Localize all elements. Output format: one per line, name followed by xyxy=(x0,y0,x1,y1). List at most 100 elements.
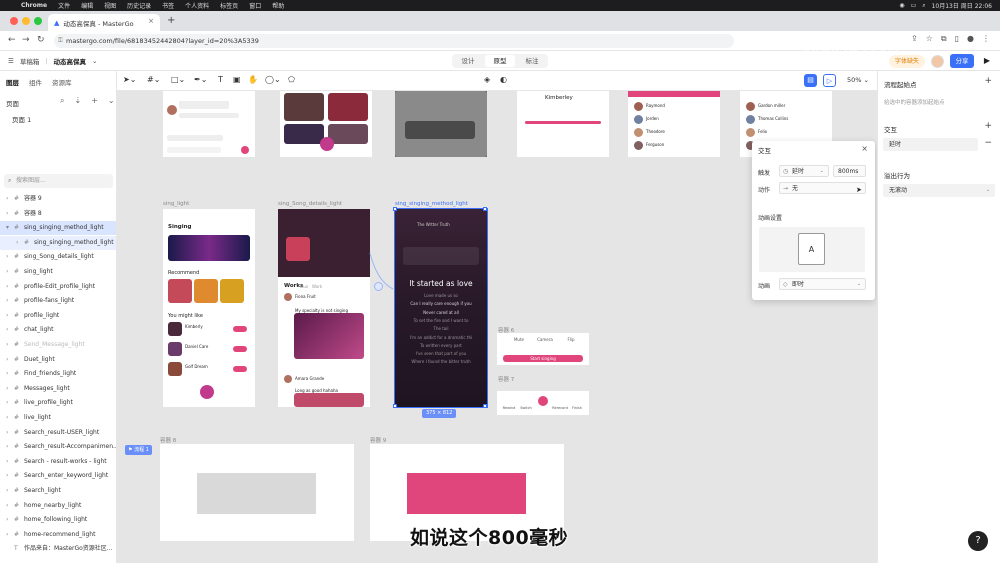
back-icon[interactable]: ← xyxy=(8,35,16,45)
chevron-icon[interactable]: › xyxy=(6,411,14,425)
menu-tabs[interactable]: 标签页 xyxy=(220,1,238,10)
menu-history[interactable]: 历史记录 xyxy=(127,1,151,10)
frame-label-sing[interactable]: sing_light xyxy=(163,201,189,207)
resize-handle[interactable] xyxy=(393,207,397,211)
menu-view[interactable]: 视图 xyxy=(104,1,116,10)
chevron-icon[interactable]: ▾ xyxy=(6,221,14,235)
text-tool-icon[interactable]: T xyxy=(218,75,223,84)
frame-sing-light[interactable]: Singing Recommend You might like Kimberl… xyxy=(163,209,255,407)
hand-tool-icon[interactable]: ✋ xyxy=(248,75,258,84)
chevron-icon[interactable]: › xyxy=(6,353,14,367)
tab-design[interactable]: 设计 xyxy=(453,55,483,67)
layer-item[interactable]: › # chat_light xyxy=(0,323,116,337)
layer-item[interactable]: › # sing_light xyxy=(0,265,116,279)
chevron-icon[interactable]: › xyxy=(6,207,14,221)
file-name[interactable]: 动态高保真 xyxy=(54,56,87,66)
chevron-icon[interactable]: › xyxy=(6,367,14,381)
resize-handle[interactable] xyxy=(483,207,487,211)
pen-tool-icon[interactable]: ✒⌄ xyxy=(194,75,207,84)
chevron-icon[interactable]: › xyxy=(6,455,14,469)
forward-icon[interactable]: → xyxy=(22,35,30,45)
chevron-icon[interactable]: › xyxy=(6,440,14,454)
overflow-select[interactable]: 无滚动 ⌄ xyxy=(883,184,995,197)
layer-item[interactable]: › # home_following_light xyxy=(0,513,116,527)
chevron-icon[interactable]: › xyxy=(6,396,14,410)
close-window-icon[interactable] xyxy=(10,17,18,25)
resize-handle[interactable] xyxy=(483,404,487,408)
image-tool-icon[interactable]: ▣ xyxy=(233,75,241,84)
chevron-icon[interactable]: › xyxy=(6,528,14,542)
help-button[interactable]: ? xyxy=(968,531,988,551)
share-button[interactable]: 分享 xyxy=(950,54,974,68)
menu-bookmarks[interactable]: 书签 xyxy=(162,1,174,10)
frame-song-details[interactable]: Works Duo Work Fiona Fruit My specialty … xyxy=(278,209,370,407)
frame-container-6[interactable]: Mute Camera Flip Start singing xyxy=(497,333,589,365)
menu-help[interactable]: 帮助 xyxy=(272,1,284,10)
tab-layers[interactable]: 图层 xyxy=(6,77,19,87)
layer-item[interactable]: › # Search_result-USER_light xyxy=(0,426,116,440)
layer-item[interactable]: › # profile_light xyxy=(0,309,116,323)
prototype-mode-icon[interactable]: ▷ xyxy=(823,74,836,87)
interaction-item[interactable]: 延时 xyxy=(883,138,978,151)
menu-file[interactable]: 文件 xyxy=(58,1,70,10)
chevron-icon[interactable]: › xyxy=(6,265,14,279)
chevron-icon[interactable]: › xyxy=(6,338,14,352)
rect-tool-icon[interactable]: □⌄ xyxy=(171,75,185,84)
layer-item[interactable]: › # Search - result-works - light xyxy=(0,455,116,469)
menu-app[interactable]: Chrome xyxy=(21,2,47,9)
layer-item[interactable]: › # Duet_light xyxy=(0,353,116,367)
layer-item[interactable]: ▾ # sing_singing_method_light xyxy=(0,221,116,236)
tab-prototype[interactable]: 原型 xyxy=(485,55,515,67)
drafts-link[interactable]: 草稿箱 xyxy=(20,56,40,66)
tab-components[interactable]: 组件 xyxy=(29,77,42,87)
chevron-icon[interactable]: › xyxy=(6,294,14,308)
browser-tab[interactable]: ▲ 动态高保真 - MasterGo × xyxy=(48,14,160,31)
close-icon[interactable]: × xyxy=(861,144,868,153)
profile-icon[interactable]: ● xyxy=(967,34,974,44)
collapse-icon[interactable]: ⇣ xyxy=(74,96,81,106)
close-tab-icon[interactable]: × xyxy=(148,17,154,25)
trigger-select[interactable]: ◷ 延时 ⌄ xyxy=(779,165,829,177)
menu-icon[interactable]: ☰ xyxy=(8,57,14,65)
animation-select[interactable]: ◇ 即时 ⌄ xyxy=(779,278,866,290)
menu-window[interactable]: 窗口 xyxy=(249,1,261,10)
move-tool-icon[interactable]: ➤⌄ xyxy=(123,75,136,84)
frame-label-c7[interactable]: 容器 7 xyxy=(498,375,514,383)
contrast-icon[interactable]: ◐ xyxy=(500,75,507,84)
add-page-icon[interactable]: + xyxy=(91,96,98,106)
minimize-window-icon[interactable] xyxy=(22,17,30,25)
star-icon[interactable]: ☆ xyxy=(926,34,933,44)
resize-handle[interactable] xyxy=(393,404,397,408)
add-flow-icon[interactable]: + xyxy=(984,76,992,86)
layer-item[interactable]: › # home-recommend_light xyxy=(0,528,116,542)
chevron-icon[interactable]: › xyxy=(6,192,14,206)
avatar[interactable] xyxy=(931,54,944,68)
frame-label-c8[interactable]: 容器 8 xyxy=(160,436,176,444)
frame-chat-top[interactable] xyxy=(163,91,255,157)
play-icon[interactable]: ▶ xyxy=(980,54,994,68)
search-icon[interactable]: ⌕ xyxy=(922,2,925,10)
chevron-down-icon[interactable]: ⌄ xyxy=(92,57,97,65)
layer-item[interactable]: T 作品来自：MasterGo资源社区... xyxy=(0,542,116,556)
frame-label-c9[interactable]: 容器 9 xyxy=(370,436,386,444)
layer-item[interactable]: › # live_light xyxy=(0,411,116,425)
frame-container-8[interactable] xyxy=(160,444,354,541)
reload-icon[interactable]: ↻ xyxy=(37,35,45,45)
frame-profile-top[interactable]: Kimberley xyxy=(517,91,609,157)
chevron-icon[interactable]: › xyxy=(6,426,14,440)
comment-tool-icon[interactable]: ◯⌄ xyxy=(265,75,281,84)
layer-item[interactable]: › # Search_light xyxy=(0,484,116,498)
chevron-icon[interactable]: › xyxy=(6,250,14,264)
layer-item[interactable]: › # Send_Message_light xyxy=(0,338,116,352)
delay-input[interactable]: 800ms xyxy=(833,165,866,177)
frame-tool-icon[interactable]: #⌄ xyxy=(147,75,160,84)
chevron-icon[interactable]: › xyxy=(6,323,14,337)
battery-icon[interactable]: ▭ xyxy=(911,2,917,9)
frame-label-details[interactable]: sing_Song_details_light xyxy=(278,201,342,207)
page-item[interactable]: 页面 1 xyxy=(6,114,110,126)
share-page-icon[interactable]: ⇪ xyxy=(911,34,918,44)
layer-item[interactable]: › # live_profile_light xyxy=(0,396,116,410)
frame-friends-top[interactable]: Raymond Jorden Theodore Ferguson xyxy=(628,91,720,157)
frame-container-7[interactable]: Rewind Switch Rerecord Finish xyxy=(497,391,589,415)
layer-item[interactable]: › # home_nearby_light xyxy=(0,499,116,513)
